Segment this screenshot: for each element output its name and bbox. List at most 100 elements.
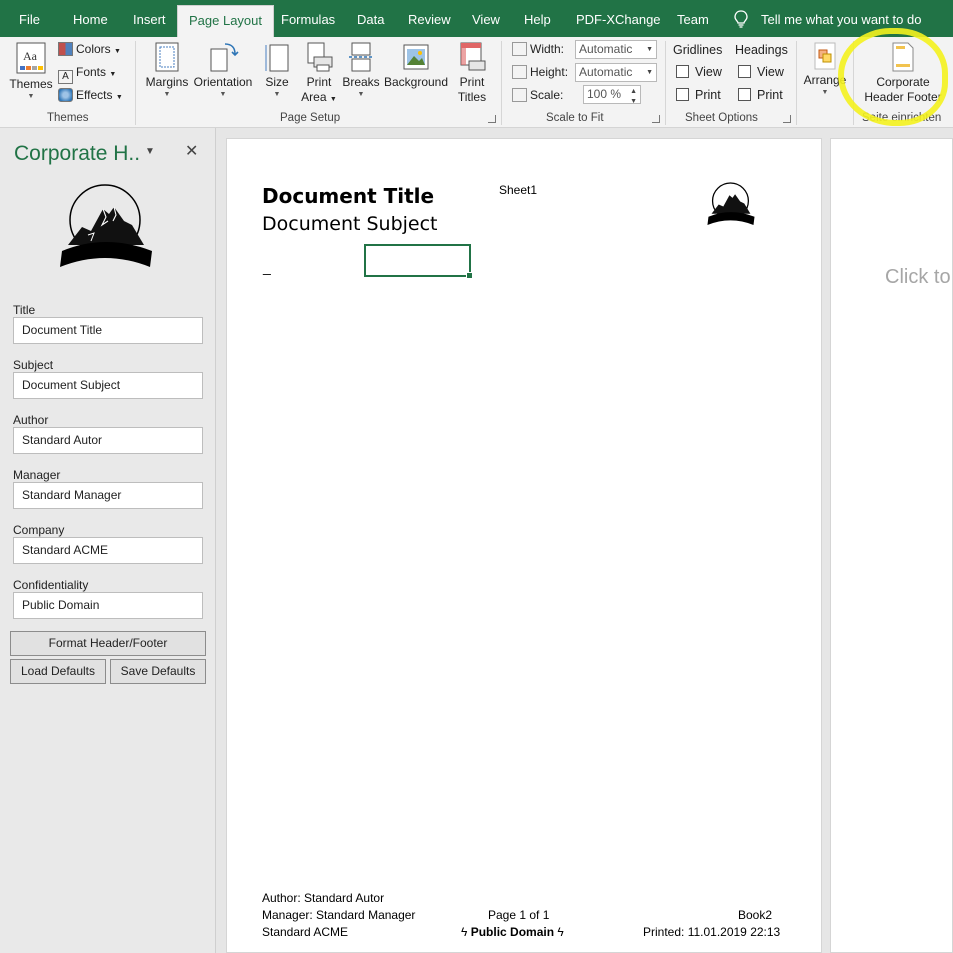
print-titles-label-2: Titles (457, 90, 487, 104)
margins-button[interactable]: Margins ▼ (143, 41, 191, 100)
header-document-title[interactable]: Document Title (262, 184, 434, 208)
footer-author[interactable]: Author: Standard Autor (262, 891, 384, 905)
lightbulb-icon (734, 10, 748, 28)
arrange-icon (814, 42, 836, 70)
chevron-down-icon: ▼ (273, 91, 281, 98)
cell-content[interactable]: _ (263, 259, 271, 275)
background-button[interactable]: Background (382, 41, 450, 90)
page-setup-launcher-icon[interactable] (488, 115, 496, 123)
width-label-row: Width: (512, 40, 564, 58)
themes-button[interactable]: Aa Themes ▼ (8, 41, 54, 102)
sheet-options-group-label: Sheet Options (685, 112, 758, 124)
manager-input[interactable]: Standard Manager (13, 482, 203, 509)
chevron-down-icon: ▼ (219, 91, 227, 98)
format-header-footer-button[interactable]: Format Header/Footer (10, 631, 206, 656)
gridlines-print-label: Print (695, 88, 721, 102)
footer-printed-date[interactable]: Printed: 11.01.2019 22:13 (643, 925, 780, 939)
tab-pdf-xchange[interactable]: PDF-XChange (576, 0, 661, 37)
fonts-label: Fonts (76, 65, 107, 79)
group-divider (665, 41, 666, 125)
scale-value: 100 % (587, 87, 622, 101)
themes-group-label: Themes (47, 112, 89, 124)
margins-label: Margins (145, 75, 189, 89)
sheet-options-launcher-icon[interactable] (783, 115, 791, 123)
tab-review[interactable]: Review (408, 0, 451, 37)
height-select[interactable]: Automatic ▼ (575, 63, 657, 82)
ribbon: Aa Themes ▼ Colors ▼ A Fonts ▼ Effects ▼ … (0, 37, 953, 128)
title-input[interactable]: Document Title (13, 317, 203, 344)
tab-insert[interactable]: Insert (133, 0, 166, 37)
headings-view-checkbox[interactable]: View (738, 64, 784, 80)
tab-formulas[interactable]: Formulas (281, 0, 335, 37)
ribbon-tab-bar: File Home Insert Page Layout Formulas Da… (0, 0, 953, 37)
subject-field-label: Subject (13, 358, 54, 372)
footer-company[interactable]: Standard ACME (262, 925, 348, 939)
group-divider (135, 41, 136, 125)
manager-field-label: Manager (13, 468, 61, 482)
orientation-button[interactable]: Orientation ▼ (192, 41, 254, 100)
tab-view[interactable]: View (472, 0, 500, 37)
effects-button[interactable]: Effects ▼ (58, 86, 123, 104)
height-label: Height: (530, 65, 569, 79)
print-titles-icon (460, 42, 486, 71)
headings-view-label: View (757, 65, 784, 79)
width-select[interactable]: Automatic ▼ (575, 40, 657, 59)
fonts-button[interactable]: A Fonts ▼ (58, 63, 116, 84)
tab-data[interactable]: Data (357, 0, 384, 37)
tab-team[interactable]: Team (677, 0, 709, 37)
company-input[interactable]: Standard ACME (13, 537, 203, 564)
background-image-icon (403, 44, 429, 70)
close-icon[interactable]: ✕ (185, 141, 198, 161)
scale-to-fit-launcher-icon[interactable] (652, 115, 660, 123)
size-button[interactable]: Size ▼ (261, 41, 293, 100)
checkbox-icon (738, 65, 751, 78)
spin-down-icon[interactable]: ▼ (630, 93, 637, 110)
background-label: Background (383, 75, 449, 89)
load-defaults-button[interactable]: Load Defaults (10, 659, 106, 684)
footer-page-number[interactable]: Page 1 of 1 (488, 908, 549, 922)
title-field-label: Title (13, 303, 36, 317)
breaks-button[interactable]: Breaks ▼ (342, 41, 380, 100)
gridlines-print-checkbox[interactable]: Print (676, 87, 721, 103)
confidentiality-input[interactable]: Public Domain (13, 592, 203, 619)
print-area-icon (307, 42, 333, 72)
header-sheet-name[interactable]: Sheet1 (499, 183, 537, 197)
colors-icon (58, 42, 73, 56)
footer-manager[interactable]: Manager: Standard Manager (262, 908, 415, 922)
sheet-page[interactable] (226, 138, 822, 953)
chevron-down-icon: ▼ (163, 91, 171, 98)
corporate-task-pane: Corporate H.. ▼ ✕ Title Document Title S… (0, 128, 216, 953)
headings-heading: Headings (735, 43, 788, 57)
colors-button[interactable]: Colors ▼ (58, 40, 121, 58)
size-label: Size (265, 75, 289, 89)
tab-home[interactable]: Home (73, 0, 108, 37)
print-area-button[interactable]: Print Area ▼ (299, 41, 339, 107)
task-pane-menu-icon[interactable]: ▼ (145, 146, 155, 157)
gridlines-view-checkbox[interactable]: View (676, 64, 722, 80)
footer-workbook-name[interactable]: Book2 (738, 908, 772, 922)
breaks-label: Breaks (342, 75, 380, 89)
fonts-icon: A (58, 70, 73, 84)
scale-spinner[interactable]: 100 % ▲ ▼ (583, 85, 641, 105)
headings-print-checkbox[interactable]: Print (738, 87, 783, 103)
tab-page-layout[interactable]: Page Layout (177, 5, 275, 37)
group-divider (796, 41, 797, 125)
chevron-down-icon: ▼ (646, 46, 653, 53)
tab-help[interactable]: Help (524, 0, 551, 37)
selected-cell[interactable] (364, 244, 473, 279)
author-field-label: Author (13, 413, 49, 427)
next-sheet-page[interactable] (830, 138, 953, 953)
save-defaults-button[interactable]: Save Defaults (110, 659, 206, 684)
mountain-logo (60, 184, 152, 267)
print-titles-button[interactable]: Print Titles (452, 41, 492, 105)
click-to-add-hint[interactable]: Click to (885, 266, 951, 289)
lightning-icon: ϟ (557, 925, 564, 939)
author-input[interactable]: Standard Autor (13, 427, 203, 454)
footer-confidentiality-row[interactable]: ϟ Public Domain ϟ (461, 925, 564, 939)
header-document-subject[interactable]: Document Subject (262, 213, 438, 235)
chevron-down-icon: ▼ (357, 91, 365, 98)
tab-file[interactable]: File (19, 0, 40, 37)
width-icon (512, 42, 527, 56)
header-mountain-logo[interactable] (706, 182, 758, 226)
subject-input[interactable]: Document Subject (13, 372, 203, 399)
